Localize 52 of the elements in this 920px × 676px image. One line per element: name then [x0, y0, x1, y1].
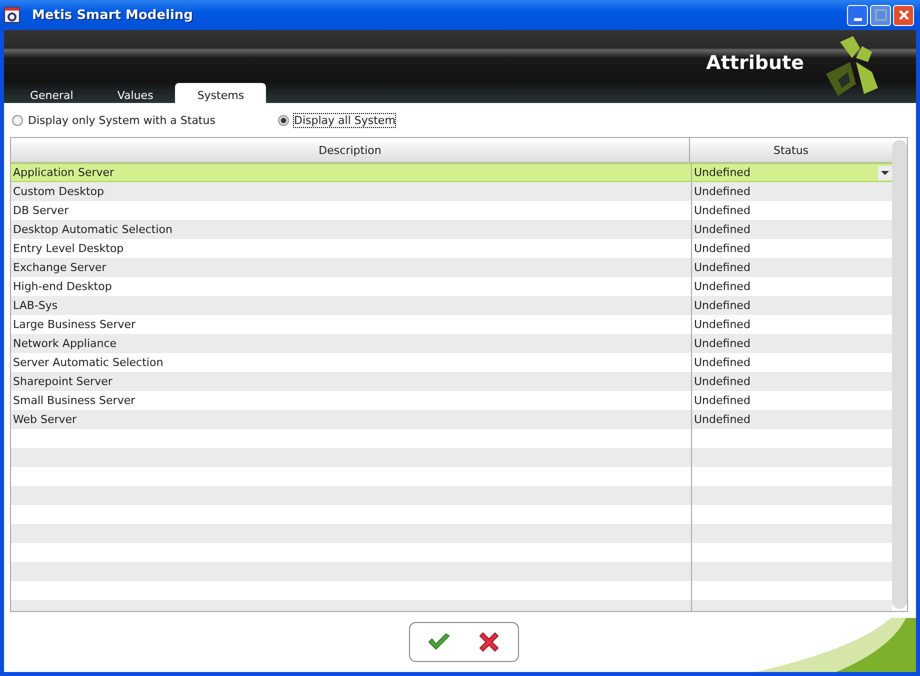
table-cell: Undefined	[694, 318, 750, 331]
cross-icon[interactable]	[477, 630, 501, 654]
radio-button[interactable]	[12, 114, 23, 126]
table-cell: Undefined	[694, 356, 750, 369]
table-row[interactable]: Network Appliance Undefined	[11, 334, 892, 353]
table-cell: Undefined	[694, 242, 750, 255]
tab[interactable]: Values	[95, 83, 176, 103]
table-cell: Undefined	[694, 394, 750, 407]
close-button[interactable]	[893, 4, 914, 26]
close-icon	[898, 9, 910, 21]
table-row[interactable]: Sharepoint Server Undefined	[11, 372, 892, 391]
tab[interactable]: General	[8, 83, 96, 103]
table-cell: Undefined	[694, 185, 750, 198]
table-cell: Undefined	[694, 166, 750, 179]
table-row[interactable]: Exchange Server Undefined	[11, 258, 892, 277]
header-title: Attribute	[706, 52, 804, 74]
table-cell: Undefined	[694, 223, 750, 236]
table-cell: Web Server	[11, 410, 692, 429]
table-cell: Undefined	[694, 375, 750, 388]
table-cell: LAB-Sys	[11, 296, 692, 315]
table-cell: Exchange Server	[11, 258, 692, 277]
scrollbar[interactable]	[892, 140, 907, 609]
window-title: Metis Smart Modeling	[32, 8, 194, 22]
table-cell: Undefined	[694, 413, 750, 426]
table-cell: Undefined	[694, 204, 750, 217]
maximize-icon	[874, 9, 886, 21]
table-cell: Desktop Automatic Selection	[11, 220, 692, 239]
radio-label[interactable]: Display all System	[294, 114, 396, 126]
tab[interactable]: Systems	[175, 83, 266, 103]
minimize-icon	[854, 18, 862, 20]
radio-label[interactable]: Display only System with a Status	[28, 114, 216, 126]
maximize-button[interactable]	[870, 4, 891, 26]
table-row[interactable]: Custom Desktop Undefined	[11, 182, 892, 201]
table-cell: Application Server	[11, 164, 692, 181]
column-header[interactable]: Description	[11, 138, 690, 162]
table-cell: Undefined	[694, 337, 750, 350]
table-row[interactable]: Web Server Undefined	[11, 410, 892, 429]
table-cell: Undefined	[694, 280, 750, 293]
table-row[interactable]: LAB-Sys Undefined	[11, 296, 892, 315]
table-row[interactable]: Desktop Automatic Selection Undefined	[11, 220, 892, 239]
table-cell: Sharepoint Server	[11, 372, 692, 391]
radio-button[interactable]	[278, 114, 289, 126]
table-cell: Undefined	[694, 261, 750, 274]
app-icon	[4, 7, 20, 23]
table-cell: Network Appliance	[11, 334, 692, 353]
table-row[interactable]: Application Server Undefined	[11, 163, 892, 182]
column-header[interactable]: Status	[690, 138, 892, 162]
minimize-button[interactable]	[847, 4, 868, 26]
table-cell: Undefined	[694, 299, 750, 312]
table-cell: Custom Desktop	[11, 182, 692, 201]
dropdown-caret-icon[interactable]	[878, 166, 892, 180]
checkmark-icon[interactable]	[427, 632, 451, 652]
